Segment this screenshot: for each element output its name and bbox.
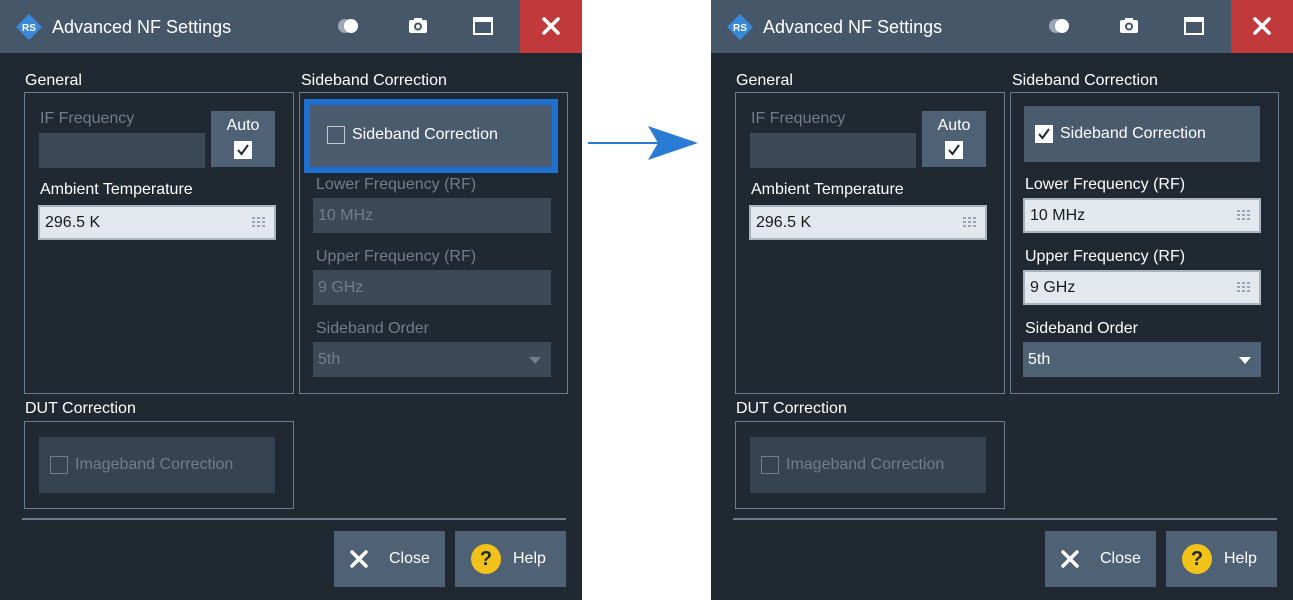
sideband-correction-toggle[interactable]: Sideband Correction xyxy=(1024,106,1260,162)
maximize-icon[interactable] xyxy=(468,11,498,41)
upper-frequency-value: 9 GHz xyxy=(318,279,364,296)
imageband-correction-label: Imageband Correction xyxy=(786,456,945,473)
keypad-icon[interactable] xyxy=(963,217,977,229)
camera-icon[interactable] xyxy=(403,11,433,41)
checkmark-icon xyxy=(1038,128,1050,140)
dropdown-arrow-icon xyxy=(529,357,541,364)
upper-frequency-value: 9 GHz xyxy=(1030,279,1076,296)
svg-text:RS: RS xyxy=(733,23,747,34)
ambient-temperature-label: Ambient Temperature xyxy=(40,181,193,198)
ambient-temperature-label: Ambient Temperature xyxy=(751,181,904,198)
close-icon xyxy=(1253,17,1271,35)
lower-frequency-value: 10 MHz xyxy=(318,207,374,224)
help-label: Help xyxy=(513,550,546,567)
imageband-correction-checkbox xyxy=(50,456,68,474)
dialog-title: Advanced NF Settings xyxy=(763,17,943,37)
auto-label: Auto xyxy=(226,117,260,134)
lower-frequency-input[interactable]: 10 MHz xyxy=(1023,198,1261,233)
imageband-correction-label: Imageband Correction xyxy=(75,456,234,473)
imageband-correction-checkbox xyxy=(761,456,779,474)
sideband-correction-toggle[interactable]: Sideband Correction xyxy=(304,99,558,173)
sideband-order-label: Sideband Order xyxy=(1025,320,1138,337)
auto-label: Auto xyxy=(937,117,971,134)
close-label: Close xyxy=(1100,550,1141,567)
dut-group-title: DUT Correction xyxy=(25,400,136,417)
if-frequency-label: IF Frequency xyxy=(751,110,846,127)
general-group-title: General xyxy=(25,72,82,89)
upper-frequency-field: 9 GHz xyxy=(313,270,551,305)
title-bar: RS Advanced NF Settings xyxy=(0,0,582,53)
close-window-button[interactable] xyxy=(1231,0,1293,53)
lower-frequency-value: 10 MHz xyxy=(1030,207,1086,224)
sideband-order-value: 5th xyxy=(1028,351,1051,368)
sideband-order-select: 5th xyxy=(313,342,551,377)
sideband-correction-checkbox[interactable] xyxy=(327,126,345,144)
upper-frequency-label: Upper Frequency (RF) xyxy=(1025,248,1186,265)
x-icon xyxy=(350,550,368,568)
close-label: Close xyxy=(389,550,430,567)
dialog-title: Advanced NF Settings xyxy=(52,17,232,37)
auto-button[interactable]: Auto xyxy=(922,111,986,167)
auto-checkbox[interactable] xyxy=(234,141,252,159)
maximize-icon[interactable] xyxy=(1179,11,1209,41)
toggle-icon[interactable] xyxy=(333,11,363,41)
toggle-icon[interactable] xyxy=(1044,11,1074,41)
lower-frequency-label: Lower Frequency (RF) xyxy=(316,176,477,193)
help-label: Help xyxy=(1224,550,1257,567)
ambient-temperature-input[interactable]: 296.5 K xyxy=(749,205,987,240)
ambient-temperature-value: 296.5 K xyxy=(756,214,812,231)
separator xyxy=(733,518,1277,520)
sideband-correction-label: Sideband Correction xyxy=(352,126,498,143)
dut-group-title: DUT Correction xyxy=(736,400,847,417)
close-button[interactable]: Close xyxy=(334,531,445,587)
ambient-temperature-input[interactable]: 296.5 K xyxy=(38,205,276,240)
advanced-nf-settings-dialog-before: RS Advanced NF Settings General IF Frequ… xyxy=(0,0,582,600)
rs-logo-icon: RS xyxy=(727,14,753,40)
upper-frequency-label: Upper Frequency (RF) xyxy=(316,248,477,265)
auto-checkbox[interactable] xyxy=(945,141,963,159)
keypad-icon[interactable] xyxy=(1237,210,1251,222)
sideband-correction-label: Sideband Correction xyxy=(1060,125,1206,142)
if-frequency-field xyxy=(750,133,916,168)
help-button[interactable]: ? Help xyxy=(1166,531,1277,587)
checkmark-icon xyxy=(237,144,249,156)
help-icon: ? xyxy=(471,544,501,574)
general-group-title: General xyxy=(736,72,793,89)
if-frequency-label: IF Frequency xyxy=(40,110,135,127)
arrow-right-icon xyxy=(588,126,698,160)
svg-text:RS: RS xyxy=(22,23,36,34)
lower-frequency-field: 10 MHz xyxy=(313,198,551,233)
close-button[interactable]: Close xyxy=(1045,531,1156,587)
sideband-order-select[interactable]: 5th xyxy=(1023,342,1261,377)
close-icon xyxy=(542,17,560,35)
auto-button[interactable]: Auto xyxy=(211,111,275,167)
ambient-temperature-value: 296.5 K xyxy=(45,214,101,231)
advanced-nf-settings-dialog-after: RS Advanced NF Settings General IF Frequ… xyxy=(711,0,1293,600)
dropdown-arrow-icon xyxy=(1239,357,1251,364)
separator xyxy=(22,518,566,520)
title-bar: RS Advanced NF Settings xyxy=(711,0,1293,53)
checkmark-icon xyxy=(948,144,960,156)
rs-logo-icon: RS xyxy=(16,14,42,40)
keypad-icon[interactable] xyxy=(1237,282,1251,294)
close-window-button[interactable] xyxy=(520,0,582,53)
upper-frequency-input[interactable]: 9 GHz xyxy=(1023,270,1261,305)
keypad-icon[interactable] xyxy=(252,217,266,229)
sideband-order-value: 5th xyxy=(318,351,341,368)
imageband-correction-toggle: Imageband Correction xyxy=(39,437,275,493)
camera-icon[interactable] xyxy=(1114,11,1144,41)
help-button[interactable]: ? Help xyxy=(455,531,566,587)
imageband-correction-toggle: Imageband Correction xyxy=(750,437,986,493)
sideband-order-label: Sideband Order xyxy=(316,320,429,337)
if-frequency-field xyxy=(39,133,205,168)
x-icon xyxy=(1061,550,1079,568)
sideband-group-title: Sideband Correction xyxy=(1012,72,1158,89)
sideband-correction-checkbox[interactable] xyxy=(1035,125,1053,143)
help-icon: ? xyxy=(1182,544,1212,574)
lower-frequency-label: Lower Frequency (RF) xyxy=(1025,176,1186,193)
sideband-group-title: Sideband Correction xyxy=(301,72,447,89)
